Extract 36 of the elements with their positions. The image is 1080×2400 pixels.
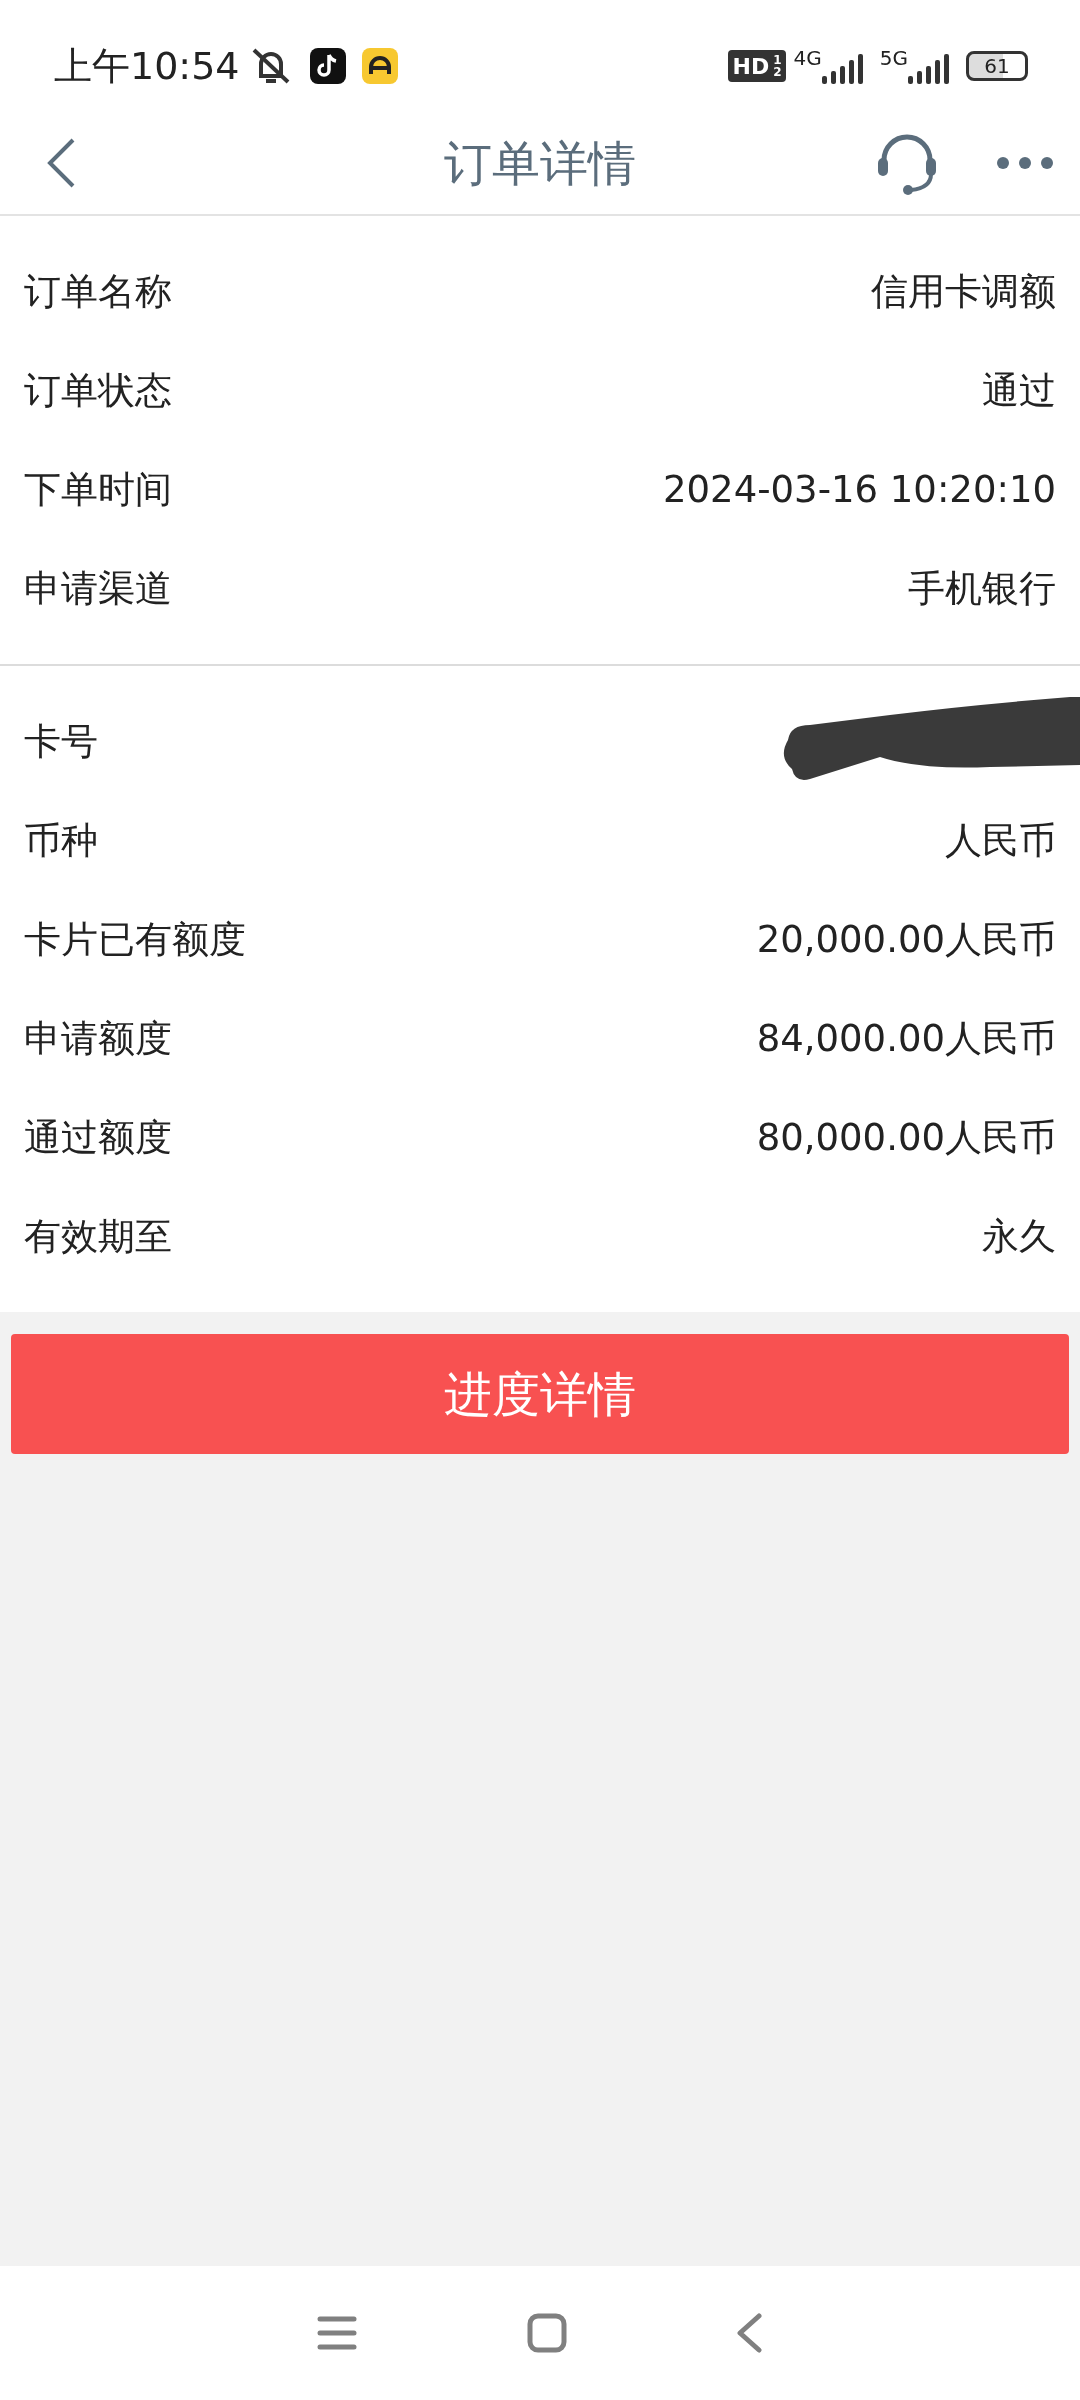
hd-label: HD xyxy=(732,52,770,81)
back-icon[interactable] xyxy=(46,137,76,189)
field-label: 币种 xyxy=(24,817,98,864)
field-label: 有效期至 xyxy=(24,1213,172,1260)
signal-icon xyxy=(908,54,950,84)
back-icon[interactable] xyxy=(737,2313,763,2353)
hd-digit: 2 xyxy=(773,66,782,78)
field-label: 订单状态 xyxy=(24,367,172,414)
field-label: 订单名称 xyxy=(24,268,172,315)
field-label: 卡片已有额度 xyxy=(24,916,246,963)
network-type: 4G xyxy=(793,48,822,68)
hd-digit: 1 xyxy=(773,54,782,66)
field-value: 手机银行 xyxy=(908,565,1056,612)
home-icon[interactable] xyxy=(527,2313,567,2353)
music-note-app-icon xyxy=(309,48,346,84)
more-icon[interactable] xyxy=(996,156,1054,170)
page-title: 订单详情 xyxy=(443,134,637,193)
field-label: 申请渠道 xyxy=(24,565,172,612)
progress-details-button[interactable]: 进度详情 xyxy=(11,1334,1069,1454)
field-label: 下单时间 xyxy=(24,466,172,513)
clock-time: 上午10:54 xyxy=(54,42,240,90)
field-value: 80,000.00人民币 xyxy=(756,1114,1056,1161)
field-value: 人民币 xyxy=(945,817,1056,864)
field-value: 20,000.00人民币 xyxy=(756,916,1056,963)
network-type: 5G xyxy=(879,48,908,68)
field-value: 2024-03-16 10:20:10 xyxy=(663,466,1056,513)
signal-icon xyxy=(821,54,864,84)
field-value: 信用卡调额 xyxy=(871,268,1056,315)
field-label: 通过额度 xyxy=(24,1114,172,1161)
app-icon xyxy=(361,48,398,84)
field-value: 永久 xyxy=(982,1213,1056,1260)
battery-indicator: 61 xyxy=(966,51,1028,81)
field-label: 申请额度 xyxy=(24,1015,172,1062)
field-value: 84,000.00人民币 xyxy=(756,1015,1056,1062)
field-value: 通过 xyxy=(982,367,1056,414)
field-label: 卡号 xyxy=(24,718,98,765)
